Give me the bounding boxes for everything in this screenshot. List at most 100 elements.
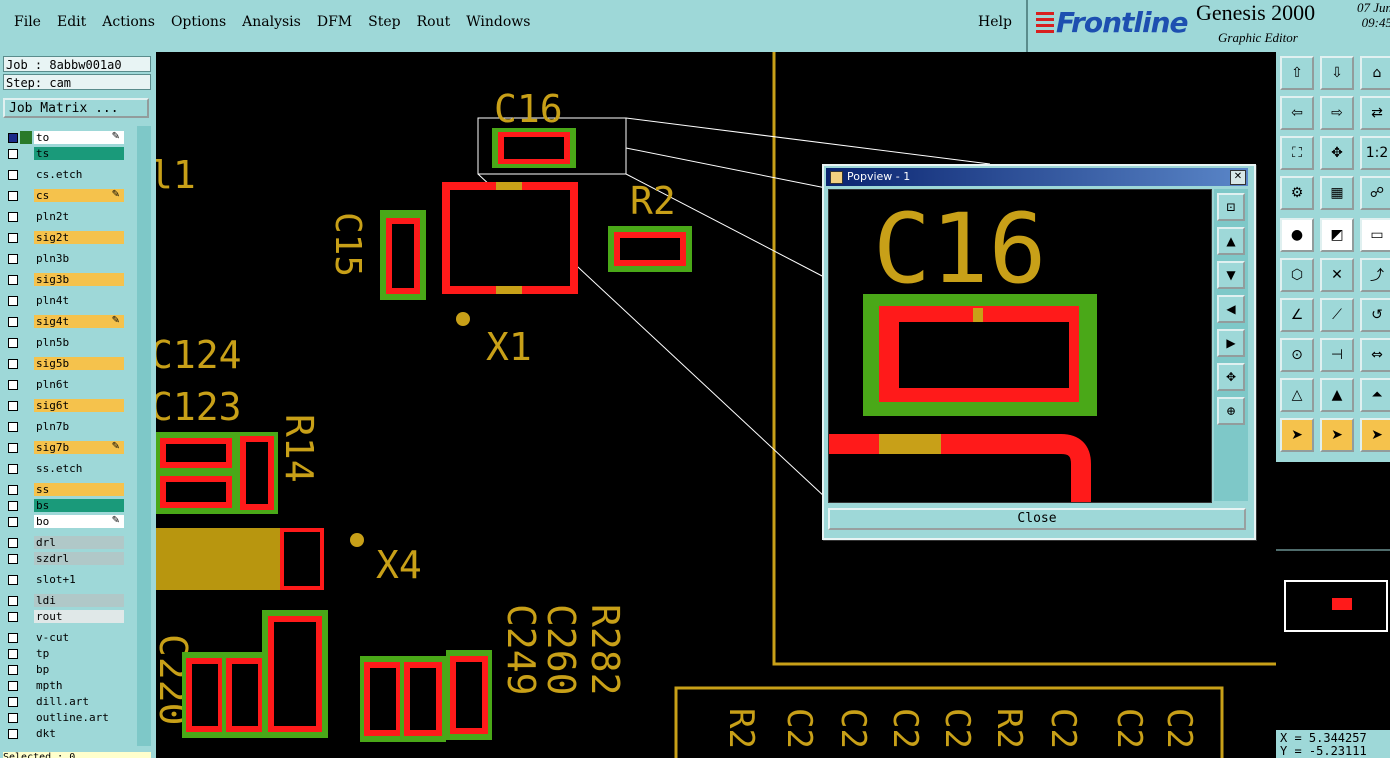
layer-row[interactable]: ss — [4, 482, 124, 497]
pointer-icon[interactable]: ➤ — [1280, 418, 1314, 452]
pan-icon[interactable]: ⇄ — [1360, 96, 1390, 130]
layer-name[interactable]: tp — [34, 647, 124, 660]
layer-color-swatch[interactable] — [20, 315, 32, 328]
layer-checkbox[interactable] — [8, 595, 18, 606]
layer-checkbox[interactable] — [8, 379, 18, 390]
layer-color-swatch[interactable] — [20, 610, 32, 623]
layer-name[interactable]: dkt — [34, 727, 124, 740]
popview-zoom-window-icon[interactable]: ⊡ — [1217, 193, 1245, 221]
net-icon[interactable]: ☍ — [1360, 176, 1390, 210]
layer-color-swatch[interactable] — [20, 168, 32, 181]
layer-name[interactable]: pln5b — [34, 336, 124, 349]
layer-row[interactable]: mpth — [4, 678, 124, 693]
layer-checkbox[interactable] — [8, 442, 18, 453]
layer-checkbox[interactable] — [8, 274, 18, 285]
layer-name[interactable]: to — [34, 131, 124, 144]
layer-row[interactable]: bs — [4, 498, 124, 513]
layer-checkbox[interactable] — [8, 295, 18, 306]
popview-pan-down-icon[interactable]: ▼ — [1217, 261, 1245, 289]
menu-options[interactable]: Options — [171, 14, 226, 30]
layer-row[interactable]: sig7b ✎ — [4, 440, 124, 455]
layer-name[interactable]: sig5b — [34, 357, 124, 370]
layer-name[interactable]: sig6t — [34, 399, 124, 412]
layer-checkbox[interactable] — [8, 632, 18, 643]
layer-checkbox[interactable] — [8, 664, 18, 675]
layer-row[interactable]: pln3b — [4, 251, 124, 266]
layer-checkbox[interactable] — [8, 712, 18, 723]
layer-row[interactable]: pln4t — [4, 293, 124, 308]
layer-checkbox[interactable] — [8, 574, 18, 585]
popview-pan-left-icon[interactable]: ◀ — [1217, 295, 1245, 323]
layer-color-swatch[interactable] — [20, 231, 32, 244]
layer-checkbox[interactable] — [8, 421, 18, 432]
layer-color-swatch[interactable] — [20, 515, 32, 528]
layer-name[interactable]: v-cut — [34, 631, 124, 644]
layer-row[interactable]: pln5b — [4, 335, 124, 350]
layer-row[interactable]: sig4t ✎ — [4, 314, 124, 329]
layer-color-swatch[interactable] — [20, 536, 32, 549]
layer-row[interactable]: v-cut — [4, 630, 124, 645]
triangle-icon[interactable]: △ — [1280, 378, 1314, 412]
popview-zoom-in-icon[interactable]: ✥ — [1217, 363, 1245, 391]
layer-row[interactable]: pln2t — [4, 209, 124, 224]
triangle-arrow-icon[interactable]: ⏶ — [1360, 378, 1390, 412]
layer-row[interactable]: drl — [4, 535, 124, 550]
layer-name[interactable]: outline.art — [34, 711, 124, 724]
layer-color-swatch[interactable] — [20, 631, 32, 644]
pointer-box-icon[interactable]: ➤ — [1320, 418, 1354, 452]
layer-row[interactable]: sig3b — [4, 272, 124, 287]
layer-color-swatch[interactable] — [20, 483, 32, 496]
layer-color-swatch[interactable] — [20, 594, 32, 607]
layer-row[interactable]: ss.etch — [4, 461, 124, 476]
layer-checkbox[interactable] — [8, 400, 18, 411]
home-icon[interactable]: ⌂ — [1360, 56, 1390, 90]
layer-name[interactable]: cs.etch — [34, 168, 124, 181]
layer-color-swatch[interactable] — [20, 210, 32, 223]
layer-color-swatch[interactable] — [20, 711, 32, 724]
popview-close-button[interactable]: Close — [828, 508, 1246, 530]
zoom-1to2-icon[interactable]: 1:2 — [1360, 136, 1390, 170]
zoom-center-icon[interactable]: ✥ — [1320, 136, 1354, 170]
route-icon[interactable]: ⤴ — [1360, 258, 1390, 292]
layer-checkbox[interactable] — [8, 648, 18, 659]
layer-color-swatch[interactable] — [20, 727, 32, 740]
layer-name[interactable]: bo — [34, 515, 124, 528]
layer-color-swatch[interactable] — [20, 336, 32, 349]
layer-checkbox[interactable] — [8, 680, 18, 691]
layer-name[interactable]: sig2t — [34, 231, 124, 244]
pan-right-icon[interactable]: ⇨ — [1320, 96, 1354, 130]
layer-row[interactable]: to ✎ — [4, 130, 124, 145]
layer-checkbox[interactable] — [8, 537, 18, 548]
layer-row[interactable]: bp — [4, 662, 124, 677]
layer-row[interactable]: cs ✎ — [4, 188, 124, 203]
pointer-circle-icon[interactable]: ➤ — [1360, 418, 1390, 452]
connect-icon[interactable]: ⬡ — [1280, 258, 1314, 292]
layer-row[interactable]: cs.etch — [4, 167, 124, 182]
layer-row[interactable]: ts — [4, 146, 124, 161]
layer-color-swatch[interactable] — [20, 420, 32, 433]
layer-name[interactable]: pln3b — [34, 252, 124, 265]
layer-row[interactable]: slot+1 — [4, 572, 124, 587]
layer-name[interactable]: slot+1 — [34, 573, 124, 586]
popview-titlebar[interactable]: Popview - 1 ✕ — [826, 168, 1248, 186]
layer-name[interactable]: sig3b — [34, 273, 124, 286]
layer-checkbox[interactable] — [8, 553, 18, 564]
layer-name[interactable]: dill.art — [34, 695, 124, 708]
layer-color-swatch[interactable] — [20, 399, 32, 412]
job-matrix-button[interactable]: Job Matrix ... — [3, 98, 149, 118]
layer-name[interactable]: szdrl — [34, 552, 124, 565]
layer-checkbox[interactable] — [8, 484, 18, 495]
layer-name[interactable]: pln6t — [34, 378, 124, 391]
layer-row[interactable]: rout — [4, 609, 124, 624]
grid-icon[interactable]: ▦ — [1320, 176, 1354, 210]
layer-checkbox[interactable] — [8, 516, 18, 527]
layer-row[interactable]: sig5b — [4, 356, 124, 371]
layer-checkbox[interactable] — [8, 232, 18, 243]
menu-file[interactable]: File — [14, 14, 41, 30]
layer-color-swatch[interactable] — [20, 252, 32, 265]
layer-color-swatch[interactable] — [20, 679, 32, 692]
menu-windows[interactable]: Windows — [466, 14, 530, 30]
popview-pan-right-icon[interactable]: ▶ — [1217, 329, 1245, 357]
layer-color-swatch[interactable] — [20, 647, 32, 660]
layer-checkbox[interactable] — [8, 611, 18, 622]
